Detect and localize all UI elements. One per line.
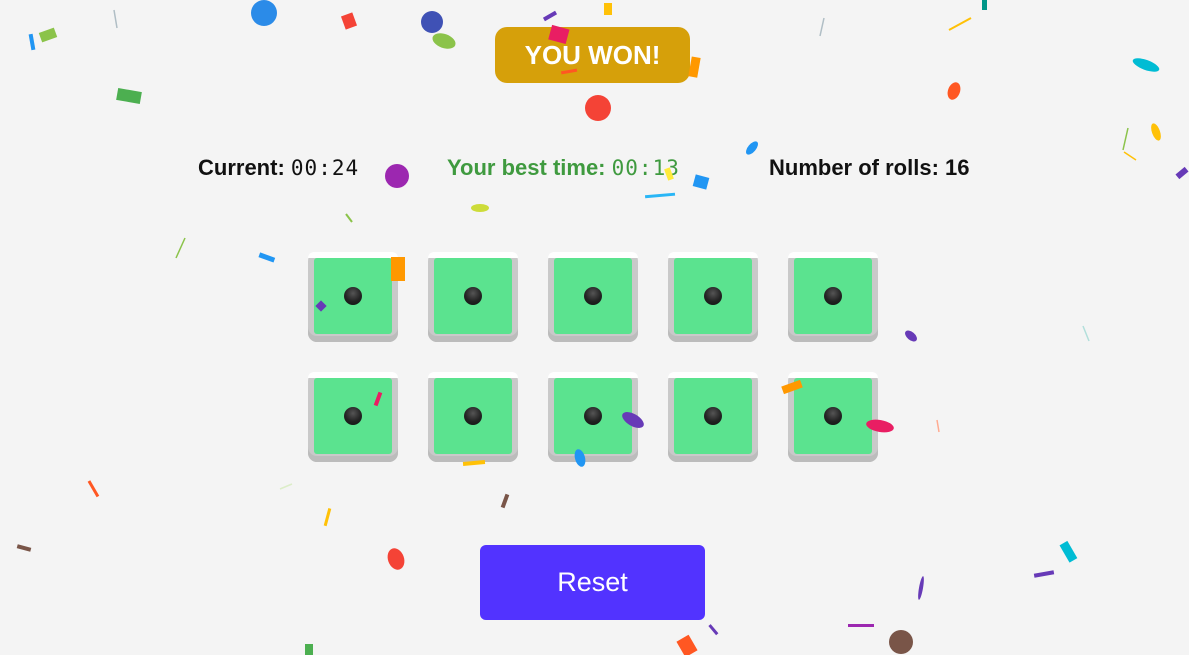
die-face (434, 378, 512, 454)
confetti-piece (323, 508, 332, 527)
confetti-piece (116, 88, 142, 104)
die-pip (824, 287, 842, 305)
rolls-count-display: Number of rolls: 16 (769, 155, 970, 181)
die-face (434, 258, 512, 334)
best-time-value: 00:13 (611, 156, 680, 180)
best-time-display: Your best time: 00:13 (447, 155, 680, 181)
die-pip (584, 407, 602, 425)
die-face (554, 378, 632, 454)
confetti-piece (708, 624, 719, 636)
die-pip (584, 287, 602, 305)
die[interactable] (428, 252, 518, 342)
confetti-piece (585, 95, 611, 121)
confetti-piece (16, 544, 32, 552)
die-face (674, 378, 752, 454)
die-pip (704, 407, 722, 425)
die-pip (464, 407, 482, 425)
confetti-piece (604, 3, 612, 15)
confetti-piece (542, 10, 558, 22)
confetti-piece (1059, 540, 1078, 563)
rolls-count-label: Number of rolls: (769, 155, 939, 180)
die-pip (824, 407, 842, 425)
die[interactable] (668, 372, 758, 462)
confetti-piece (1082, 325, 1090, 342)
dice-grid (308, 252, 878, 462)
confetti-piece (948, 17, 972, 31)
die-face (314, 258, 392, 334)
confetti-piece (947, 82, 961, 100)
confetti-piece (889, 630, 913, 654)
die-face (794, 258, 872, 334)
confetti-piece (1132, 58, 1160, 72)
die[interactable] (788, 372, 878, 462)
die-pip (704, 287, 722, 305)
confetti-piece (746, 141, 758, 155)
die-face (314, 378, 392, 454)
game-screen: YOU WON! Current: 00:24 Your best time: … (0, 0, 1189, 655)
confetti-piece (982, 0, 987, 10)
confetti-piece (1033, 570, 1055, 578)
die-pip (344, 287, 362, 305)
die-pip (344, 407, 362, 425)
win-banner: YOU WON! (495, 27, 690, 83)
confetti-piece (28, 33, 36, 51)
confetti-piece (345, 213, 353, 223)
confetti-piece (1151, 123, 1161, 141)
die-pip (464, 287, 482, 305)
reset-button[interactable]: Reset (480, 545, 705, 620)
confetti-piece (1175, 166, 1189, 180)
confetti-piece (387, 548, 405, 570)
confetti-piece (432, 33, 456, 49)
confetti-piece (676, 634, 698, 655)
die[interactable] (428, 372, 518, 462)
best-time-label: Your best time: (447, 155, 606, 180)
die-face (674, 258, 752, 334)
confetti-piece (819, 17, 825, 37)
confetti-piece (421, 11, 443, 33)
confetti-piece (340, 12, 358, 30)
die[interactable] (668, 252, 758, 342)
confetti-piece (305, 644, 313, 655)
confetti-piece (1122, 127, 1129, 151)
confetti-piece (258, 252, 276, 263)
confetti-piece (692, 174, 710, 190)
confetti-piece (688, 56, 701, 78)
die[interactable] (308, 252, 398, 342)
confetti-piece (500, 493, 510, 509)
current-time-display: Current: 00:24 (198, 155, 359, 181)
confetti-piece (251, 0, 277, 26)
confetti-piece (385, 164, 409, 188)
confetti-piece (848, 624, 874, 627)
confetti-piece (38, 27, 58, 43)
die-face (794, 378, 872, 454)
current-time-label: Current: (198, 155, 285, 180)
rolls-count-value: 16 (945, 155, 970, 180)
die[interactable] (548, 372, 638, 462)
confetti-piece (918, 576, 924, 600)
confetti-piece (936, 419, 940, 433)
die[interactable] (548, 252, 638, 342)
confetti-piece (113, 9, 118, 29)
die[interactable] (788, 252, 878, 342)
die[interactable] (308, 372, 398, 462)
confetti-piece (471, 204, 489, 212)
confetti-piece (1123, 151, 1137, 161)
die-face (554, 258, 632, 334)
confetti-piece (644, 192, 676, 199)
win-banner-text: YOU WON! (524, 39, 661, 70)
confetti-piece (87, 480, 100, 498)
confetti-piece (279, 483, 293, 490)
confetti-piece (905, 330, 917, 342)
confetti-piece (175, 237, 186, 259)
current-time-value: 00:24 (290, 156, 360, 180)
